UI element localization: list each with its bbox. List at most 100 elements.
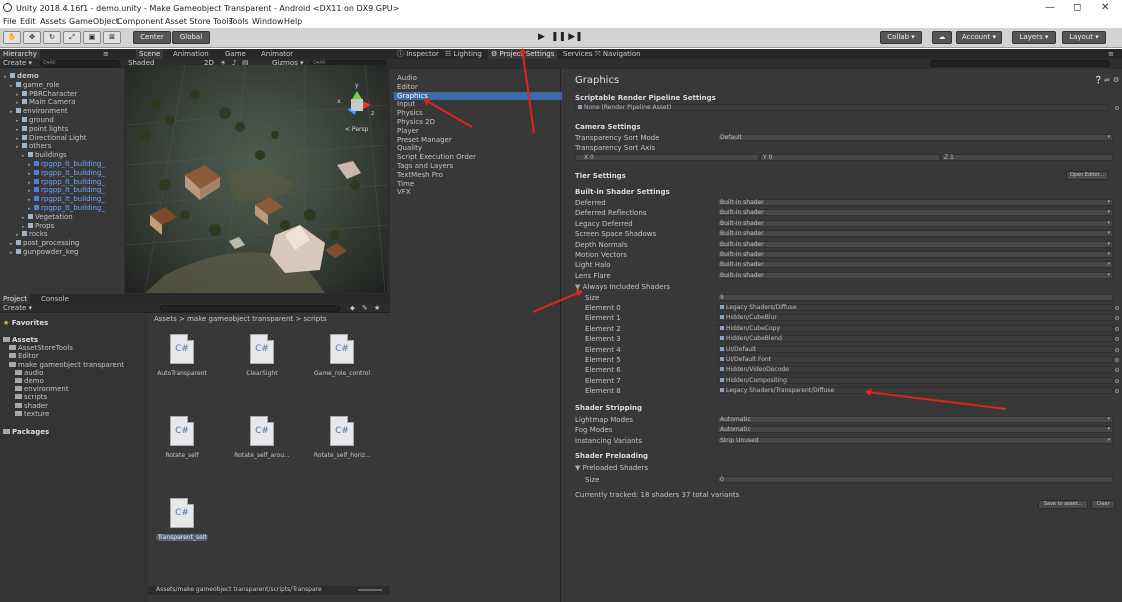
hierarchy-item[interactable]: ▸ rpgpp_lt_building_: [28, 204, 105, 212]
shader-object-field[interactable]: UI/Default Font: [717, 356, 1113, 363]
folder-item[interactable]: audio: [15, 369, 43, 377]
always-included-foldout[interactable]: ▼ Always Included Shaders: [575, 283, 670, 291]
hierarchy-item[interactable]: ▸ post_processing: [10, 239, 79, 247]
shader-object-field[interactable]: UI/Default: [717, 345, 1113, 353]
script-asset[interactable]: C# Rotate_self_arou...: [234, 416, 290, 480]
folder-item[interactable]: environment: [15, 385, 69, 393]
settings-category-physics-2d[interactable]: Physics 2D: [394, 118, 562, 126]
hierarchy-item[interactable]: ▸ PBRCharacter: [16, 90, 77, 98]
hierarchy-item[interactable]: ▸ point lights: [16, 125, 68, 133]
script-asset[interactable]: C# Rotate_self: [154, 416, 210, 480]
preload-size-field[interactable]: 0: [717, 476, 1113, 483]
setting-dropdown[interactable]: Built-in shader ▾: [717, 199, 1113, 206]
object-picker-icon[interactable]: [1115, 378, 1119, 383]
menu-asset-store-tools[interactable]: Asset Store Tools: [165, 17, 233, 26]
pivot-center-toggle[interactable]: Center: [133, 31, 171, 44]
project-search-input[interactable]: [160, 305, 340, 312]
object-picker-icon[interactable]: [1115, 106, 1119, 110]
settings-category-preset-manager[interactable]: Preset Manager: [394, 136, 562, 144]
settings-category-input[interactable]: Input: [394, 100, 562, 108]
object-picker-icon[interactable]: [1115, 347, 1119, 352]
open-editor-button[interactable]: Open Editor...: [1066, 171, 1108, 180]
shader-object-field[interactable]: Hidden/VideoDecode: [717, 366, 1113, 374]
hierarchy-item[interactable]: ▸ game_role: [10, 81, 60, 89]
tab-animation[interactable]: Animation: [170, 49, 212, 59]
settings-category-script-execution-order[interactable]: Script Execution Order: [394, 153, 562, 161]
folder-item[interactable]: Packages: [3, 428, 49, 436]
folder-item[interactable]: demo: [15, 377, 44, 385]
tab-navigation[interactable]: ⤧ Navigation: [592, 49, 644, 59]
hierarchy-item[interactable]: ▸ rpgpp_lt_building_: [28, 160, 105, 168]
setting-dropdown[interactable]: Built-in shader ▾: [717, 219, 1113, 227]
preset-icon[interactable]: ⇌: [1104, 77, 1110, 84]
folder-item[interactable]: Editor: [9, 352, 39, 360]
settings-category-graphics[interactable]: Graphics: [394, 91, 562, 100]
layout-dropdown[interactable]: Layout ▾: [1062, 31, 1106, 44]
setting-dropdown[interactable]: Automatic ▾: [717, 426, 1113, 434]
settings-category-vfx[interactable]: VFX: [394, 188, 562, 196]
preloaded-shaders-foldout[interactable]: ▼ Preloaded Shaders: [575, 464, 648, 472]
settings-category-time[interactable]: Time: [394, 180, 562, 188]
hand-tool-icon[interactable]: ✋: [3, 31, 21, 44]
setting-dropdown[interactable]: Automatic ▾: [717, 416, 1113, 423]
filter-by-label-icon[interactable]: ✎: [362, 305, 368, 312]
menu-tools[interactable]: Tools: [229, 17, 249, 26]
sort-axis-z-field[interactable]: Z 1: [941, 154, 1113, 161]
play-icon[interactable]: ▶: [534, 31, 549, 44]
scene-root-item[interactable]: ▸ demo: [4, 72, 39, 80]
menu-assets[interactable]: Assets: [40, 17, 66, 26]
setting-dropdown[interactable]: Built-in shader ▾: [717, 230, 1113, 238]
favorite-star-icon[interactable]: ★: [374, 305, 380, 312]
sort-mode-dropdown[interactable]: Default ▾: [717, 134, 1113, 141]
settings-category-editor[interactable]: Editor: [394, 83, 562, 91]
folder-item[interactable]: shader: [15, 402, 48, 410]
settings-panel-menu-icon[interactable]: ≡: [1105, 49, 1117, 59]
settings-gear-icon[interactable]: ⚙: [1113, 77, 1119, 84]
cloud-icon[interactable]: ☁: [932, 31, 952, 44]
object-picker-icon[interactable]: [1115, 326, 1119, 331]
scene-viewport[interactable]: y x z < Persp: [125, 65, 387, 293]
setting-dropdown[interactable]: Built-in shader ▾: [717, 209, 1113, 217]
settings-category-quality[interactable]: Quality: [394, 144, 562, 152]
settings-category-audio[interactable]: Audio: [394, 74, 562, 82]
setting-dropdown[interactable]: Built-in shader ▾: [717, 240, 1113, 248]
setting-dropdown[interactable]: Built-in shader ▾: [717, 261, 1113, 269]
shader-object-field[interactable]: Hidden/CubeBlur: [717, 314, 1113, 322]
hierarchy-item[interactable]: ▸ Directional Light: [16, 134, 87, 142]
folder-item[interactable]: texture: [15, 410, 49, 418]
srp-asset-field[interactable]: None (Render Pipeline Asset): [575, 104, 1108, 111]
tab-project[interactable]: Project: [0, 294, 30, 304]
menu-gameobject[interactable]: GameObject: [69, 17, 119, 26]
script-asset[interactable]: C# AutoTransparent: [154, 334, 210, 398]
shader-object-field[interactable]: Legacy Shaders/Diffuse: [717, 304, 1113, 311]
tab-services[interactable]: Services: [560, 49, 596, 59]
rotate-tool-icon[interactable]: ↻: [43, 31, 61, 44]
shader-object-field[interactable]: Hidden/CubeBlend: [717, 335, 1113, 343]
hierarchy-item[interactable]: ▸ others: [16, 142, 51, 150]
filter-by-type-icon[interactable]: ⬥: [350, 305, 355, 312]
project-create-dropdown[interactable]: Create ▾: [3, 305, 32, 312]
shader-object-field[interactable]: Hidden/CubeCopy: [717, 324, 1113, 332]
hierarchy-item[interactable]: ▸ rpgpp_lt_building_: [28, 186, 105, 194]
transform-tool-icon[interactable]: ⊠: [103, 31, 121, 44]
close-button[interactable]: ✕: [1101, 2, 1109, 13]
menu-file[interactable]: File: [3, 17, 16, 26]
panel-menu-icon[interactable]: ≡: [100, 49, 112, 59]
scale-tool-icon[interactable]: ⤢: [63, 31, 81, 44]
script-asset[interactable]: C# Game_role_control: [314, 334, 370, 398]
folder-item[interactable]: scripts: [15, 393, 47, 401]
hierarchy-item[interactable]: ▸ rocks: [16, 230, 48, 238]
minimize-button[interactable]: —: [1045, 2, 1055, 13]
folder-item[interactable]: make gameobject transparent: [9, 361, 124, 369]
save-to-asset-button[interactable]: Save to asset...: [1038, 500, 1088, 509]
setting-dropdown[interactable]: Built-in shader ▾: [717, 251, 1113, 258]
object-picker-icon[interactable]: [1115, 358, 1119, 362]
hierarchy-search-input[interactable]: Q▾All: [40, 60, 120, 67]
tab-game[interactable]: Game: [222, 49, 249, 59]
hierarchy-item[interactable]: ▸ Props: [22, 222, 54, 230]
hierarchy-item[interactable]: ▸ rpgpp_lt_building_: [28, 195, 105, 203]
hierarchy-item[interactable]: ▸ Main Camera: [16, 98, 75, 106]
pause-icon[interactable]: ❚❚: [551, 31, 566, 44]
menu-edit[interactable]: Edit: [20, 17, 36, 26]
shader-object-field[interactable]: Hidden/Compositing: [717, 376, 1113, 384]
